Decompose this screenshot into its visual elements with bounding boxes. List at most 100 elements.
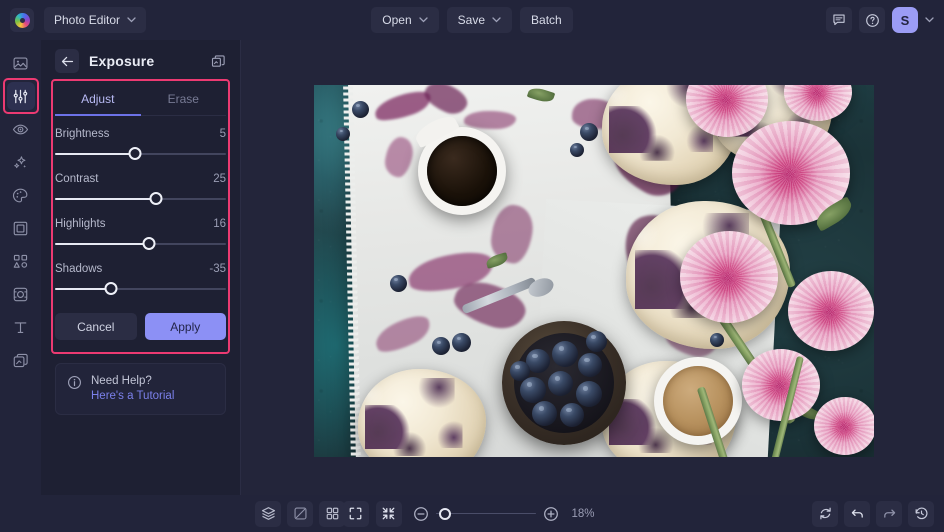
save-button[interactable]: Save bbox=[446, 7, 513, 33]
help-link[interactable]: Here's a Tutorial bbox=[91, 389, 174, 404]
sidebar-item-adjust[interactable] bbox=[2, 78, 39, 114]
slider-brightness-track[interactable] bbox=[55, 147, 226, 160]
page-title: Exposure bbox=[89, 53, 155, 69]
slider-brightness-knob[interactable] bbox=[128, 147, 142, 160]
fit-screen-icon bbox=[349, 507, 362, 520]
blueberry bbox=[710, 333, 724, 347]
blueberry bbox=[520, 377, 546, 403]
question-circle-icon bbox=[865, 13, 879, 27]
shrink-icon bbox=[382, 507, 395, 520]
redo-button[interactable] bbox=[876, 500, 902, 527]
berry-stain bbox=[464, 111, 516, 129]
brand-logo[interactable] bbox=[10, 8, 34, 32]
chevron-down-icon[interactable] bbox=[925, 17, 934, 23]
back-button[interactable] bbox=[55, 49, 79, 73]
slider-shadows: Shadows -35 bbox=[55, 263, 226, 295]
duplicate-layer-button[interactable] bbox=[211, 54, 226, 69]
fit-screen-button[interactable] bbox=[342, 500, 369, 527]
color-wheel-icon bbox=[14, 12, 30, 28]
grid-icon bbox=[326, 507, 338, 520]
panel-actions: Cancel Apply bbox=[55, 308, 226, 350]
sparkles-icon bbox=[14, 155, 27, 168]
canvas-area[interactable] bbox=[241, 40, 944, 495]
tab-adjust[interactable]: Adjust bbox=[55, 83, 141, 116]
slider-shadows-track[interactable] bbox=[55, 282, 226, 295]
sidebar-item-effects[interactable] bbox=[7, 148, 35, 176]
sidebar-item-color[interactable] bbox=[7, 181, 35, 209]
edited-photo[interactable] bbox=[314, 85, 874, 457]
slider-contrast-row: Contrast 25 bbox=[55, 173, 226, 185]
sidebar-item-text[interactable] bbox=[7, 313, 35, 341]
sidebar-item-retouch[interactable] bbox=[7, 115, 35, 143]
history-button[interactable] bbox=[908, 500, 934, 527]
zoom-controls: 18% bbox=[0, 500, 944, 527]
avatar[interactable]: S bbox=[892, 7, 918, 33]
reset-icon bbox=[819, 507, 831, 520]
blueberry bbox=[552, 341, 578, 367]
reset-button[interactable] bbox=[812, 500, 838, 527]
avatar-initial: S bbox=[900, 12, 910, 28]
slider-brightness-label: Brightness bbox=[55, 128, 110, 140]
tab-erase[interactable]: Erase bbox=[141, 83, 227, 116]
panel-tabs: Adjust Erase bbox=[55, 83, 226, 116]
apply-label: Apply bbox=[170, 319, 201, 334]
slider-contrast-knob[interactable] bbox=[149, 192, 163, 205]
redo-icon bbox=[883, 509, 895, 518]
zoom-slider[interactable] bbox=[435, 507, 536, 520]
layers-button[interactable] bbox=[255, 500, 281, 527]
sidebar-item-frame[interactable] bbox=[7, 214, 35, 242]
slider-highlights-knob[interactable] bbox=[142, 237, 156, 250]
chevron-down-icon bbox=[419, 17, 428, 23]
focus-icon bbox=[13, 287, 28, 301]
zoom-in-button[interactable] bbox=[543, 506, 559, 522]
slider-highlights: Highlights 16 bbox=[55, 218, 226, 250]
bottom-left-tools bbox=[255, 500, 345, 527]
compare-button[interactable] bbox=[287, 500, 313, 527]
tab-erase-label: Erase bbox=[167, 92, 199, 106]
track-fill bbox=[55, 198, 156, 200]
blueberry bbox=[576, 381, 602, 407]
sidebar-item-layers[interactable] bbox=[7, 346, 35, 374]
chevron-down-icon bbox=[492, 17, 501, 23]
bottom-right-tools bbox=[812, 500, 934, 527]
grid-button[interactable] bbox=[319, 500, 345, 527]
blueberry bbox=[532, 401, 557, 426]
info-circle-icon bbox=[68, 376, 81, 389]
zoom-out-button[interactable] bbox=[413, 506, 429, 522]
zoom-slider-knob[interactable] bbox=[438, 507, 451, 520]
slider-contrast-track[interactable] bbox=[55, 192, 226, 205]
slider-brightness: Brightness 5 bbox=[55, 128, 226, 160]
layers-icon bbox=[261, 507, 275, 520]
blueberry bbox=[510, 361, 530, 381]
slider-shadows-knob[interactable] bbox=[104, 282, 118, 295]
slider-brightness-value: 5 bbox=[219, 128, 226, 140]
undo-button[interactable] bbox=[844, 500, 870, 527]
slider-contrast: Contrast 25 bbox=[55, 173, 226, 205]
blueberry bbox=[570, 143, 584, 157]
sidebar-item-focus[interactable] bbox=[7, 280, 35, 308]
actual-size-button[interactable] bbox=[375, 500, 402, 527]
cancel-button[interactable]: Cancel bbox=[55, 313, 137, 340]
sidebar-item-shapes[interactable] bbox=[7, 247, 35, 275]
history-icon bbox=[915, 507, 927, 520]
feedback-button[interactable] bbox=[826, 7, 852, 33]
slider-highlights-track[interactable] bbox=[55, 237, 226, 250]
help-card[interactable]: Need Help? Here's a Tutorial bbox=[55, 363, 226, 415]
sidebar-item-image[interactable] bbox=[7, 49, 35, 77]
plus-circle-icon bbox=[543, 506, 558, 521]
apply-button[interactable]: Apply bbox=[144, 313, 226, 340]
blueberry bbox=[578, 353, 602, 377]
open-button[interactable]: Open bbox=[371, 7, 439, 33]
account-area: S bbox=[826, 7, 934, 33]
panel-header: Exposure bbox=[41, 40, 240, 82]
workspace-selector[interactable]: Photo Editor bbox=[44, 7, 147, 33]
save-label: Save bbox=[457, 13, 486, 27]
slider-highlights-label: Highlights bbox=[55, 218, 106, 230]
highlighted-controls-region: Adjust Erase Brightness 5 Contrast 25 Hi… bbox=[51, 79, 230, 354]
peony-flower bbox=[680, 231, 778, 323]
tab-adjust-label: Adjust bbox=[81, 92, 115, 106]
batch-button[interactable]: Batch bbox=[520, 7, 573, 33]
help-button[interactable] bbox=[859, 7, 885, 33]
comment-icon bbox=[833, 14, 845, 26]
slider-highlights-value: 16 bbox=[213, 218, 226, 230]
